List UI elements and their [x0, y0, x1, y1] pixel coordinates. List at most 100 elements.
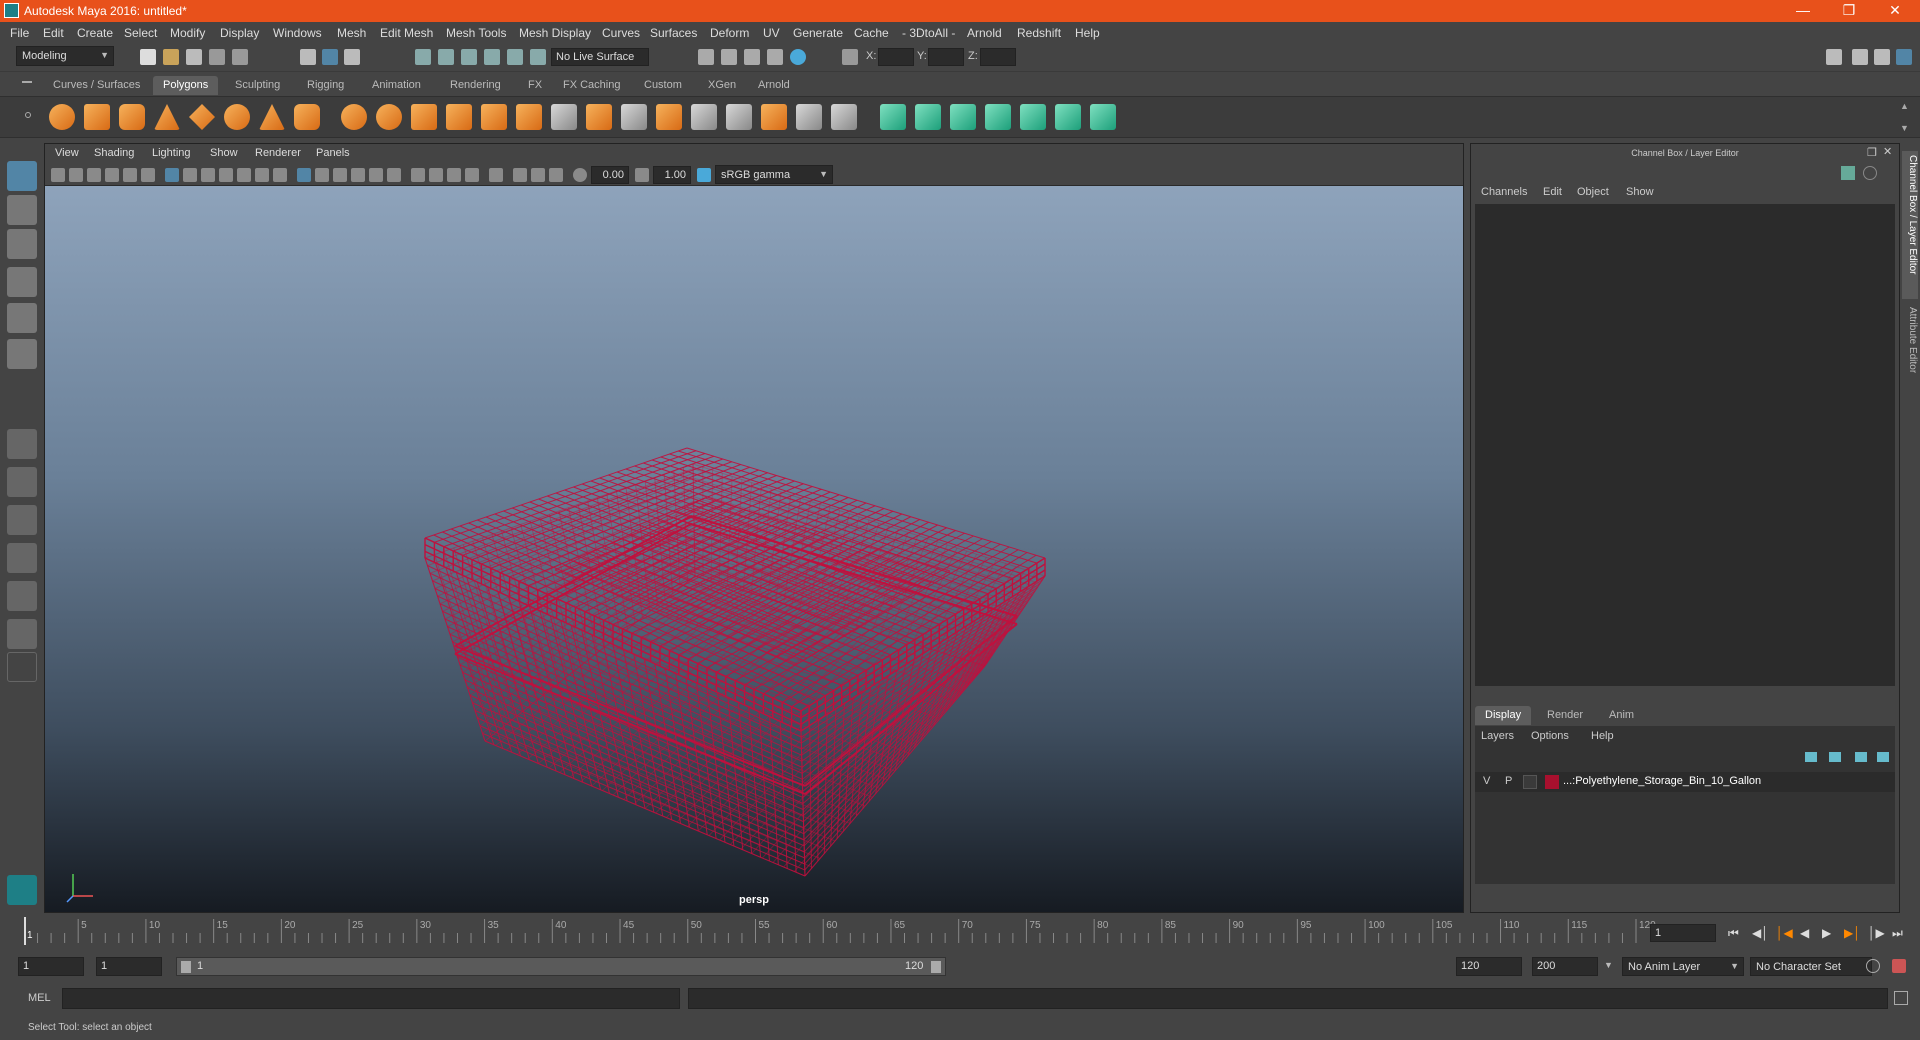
exposure-field[interactable]: 0.00 — [591, 166, 629, 184]
uv-layout-icon[interactable] — [1055, 104, 1081, 130]
exposure-icon[interactable] — [573, 168, 587, 182]
cb-menu-object[interactable]: Object — [1577, 186, 1609, 198]
character-set-dropdown[interactable]: No Character Set — [1750, 957, 1872, 976]
render-frame-icon[interactable] — [721, 49, 737, 65]
extrude-icon[interactable] — [586, 104, 612, 130]
menu-generate[interactable]: Generate — [793, 26, 843, 40]
modeling-toolkit-icon[interactable] — [1826, 49, 1842, 65]
view-transform-dropdown[interactable]: sRGB gamma ▼ — [715, 165, 833, 184]
tab-fx-caching[interactable]: FX Caching — [553, 76, 630, 95]
playback-start-field[interactable]: 1 — [96, 957, 162, 976]
tab-fx[interactable]: FX — [518, 76, 552, 95]
menu-select[interactable]: Select — [124, 26, 157, 40]
field-chart-icon[interactable] — [237, 168, 251, 182]
safe-action-icon[interactable] — [255, 168, 269, 182]
single-perspective-layout-icon[interactable] — [7, 429, 37, 459]
menu-surfaces[interactable]: Surfaces — [650, 26, 697, 40]
save-scene-icon[interactable] — [186, 49, 202, 65]
restore-button[interactable]: ❐ — [1826, 0, 1872, 22]
range-end-handle[interactable] — [931, 961, 941, 973]
redo-icon[interactable] — [232, 49, 248, 65]
target-weld-icon[interactable] — [761, 104, 787, 130]
menu-edit[interactable]: Edit — [43, 26, 64, 40]
menu-cache[interactable]: Cache — [854, 26, 889, 40]
isolate-select-icon[interactable] — [489, 168, 503, 182]
use-all-lights-icon[interactable] — [387, 168, 401, 182]
hypershade-icon[interactable] — [790, 49, 806, 65]
shelf-scroll-up-icon[interactable]: ▲ — [1900, 101, 1909, 111]
manipulator-icon[interactable] — [1841, 166, 1855, 180]
menu-mesh[interactable]: Mesh — [337, 26, 366, 40]
fill-hole-icon[interactable] — [691, 104, 717, 130]
poly-pyramid-icon[interactable] — [259, 104, 285, 130]
command-input[interactable] — [62, 988, 680, 1009]
range-start-handle[interactable] — [181, 961, 191, 973]
tab-rigging[interactable]: Rigging — [297, 76, 354, 95]
menu-3dtoall[interactable]: - 3DtoAll - — [902, 26, 955, 40]
layer-playback-toggle[interactable]: P — [1505, 775, 1512, 787]
undo-icon[interactable] — [209, 49, 225, 65]
live-surface-field[interactable]: No Live Surface — [551, 48, 649, 66]
lasso-tool-icon[interactable] — [7, 195, 37, 225]
four-view-layout-icon[interactable] — [7, 467, 37, 497]
z-field[interactable] — [980, 48, 1016, 66]
tab-anim[interactable]: Anim — [1599, 706, 1644, 725]
move-tool-icon[interactable] — [7, 267, 37, 297]
persp-outliner-layout-icon[interactable] — [7, 505, 37, 535]
gate-mask-icon[interactable] — [219, 168, 233, 182]
animation-preferences-icon[interactable] — [1892, 959, 1906, 973]
play-backwards-icon[interactable]: ◀ — [1800, 926, 1809, 940]
outliner-layout-icon[interactable] — [7, 581, 37, 611]
bookmark-icon[interactable] — [87, 168, 101, 182]
y-field[interactable] — [928, 48, 964, 66]
poly-torus-icon[interactable] — [224, 104, 250, 130]
select-component-icon[interactable] — [344, 49, 360, 65]
menu-create[interactable]: Create — [77, 26, 113, 40]
collapse-icon[interactable] — [831, 104, 857, 130]
menu-redshift[interactable]: Redshift — [1017, 26, 1061, 40]
motion-blur-icon[interactable] — [447, 168, 461, 182]
transform-field-mode-icon[interactable] — [842, 49, 858, 65]
make-live-icon[interactable] — [507, 49, 523, 65]
storage-bin-wireframe[interactable] — [45, 186, 1463, 912]
auto-key-icon[interactable] — [1866, 959, 1880, 973]
side-tab-channel-box[interactable]: Channel Box / Layer Editor — [1902, 151, 1918, 299]
menu-display[interactable]: Display — [220, 26, 259, 40]
poly-cylinder-icon[interactable] — [119, 104, 145, 130]
tab-render[interactable]: Render — [1537, 706, 1593, 725]
camera-attributes-icon[interactable] — [69, 168, 83, 182]
persp-graph-layout-icon[interactable] — [7, 543, 37, 573]
tab-custom[interactable]: Custom — [634, 76, 692, 95]
snap-view-plane-icon[interactable] — [484, 49, 500, 65]
custom-layout-icon[interactable] — [7, 619, 37, 649]
snap-surface-icon[interactable] — [530, 49, 546, 65]
film-gate-icon[interactable] — [183, 168, 197, 182]
close-button[interactable]: ✕ — [1872, 0, 1918, 22]
menu-mesh-tools[interactable]: Mesh Tools — [446, 26, 506, 40]
cb-menu-channels[interactable]: Channels — [1481, 186, 1527, 198]
snap-grid-icon[interactable] — [415, 49, 431, 65]
layer-name[interactable]: ...:Polyethylene_Storage_Bin_10_Gallon — [1563, 775, 1761, 787]
step-forward-frame-icon[interactable]: │▶ — [1868, 926, 1885, 940]
uv-cut-sew-icon[interactable] — [1090, 104, 1116, 130]
play-forwards-icon[interactable]: ▶ — [1822, 926, 1831, 940]
uv-unfold-icon[interactable] — [1020, 104, 1046, 130]
mirror-icon[interactable] — [411, 104, 437, 130]
multi-cut-icon[interactable] — [551, 104, 577, 130]
time-ruler[interactable]: 5 10 15 20 25 30 35 40 45 50 55 60 65 70 75 80 85 90 95 100… — [24, 913, 1664, 953]
tab-sculpting[interactable]: Sculpting — [225, 76, 290, 95]
attribute-editor-toggle-icon[interactable] — [1852, 49, 1868, 65]
menu-help[interactable]: Help — [1075, 26, 1100, 40]
select-object-icon[interactable] — [322, 49, 338, 65]
vp-menu-renderer[interactable]: Renderer — [255, 147, 301, 159]
layer-menu-layers[interactable]: Layers — [1481, 730, 1514, 742]
gamma-field[interactable]: 1.00 — [653, 166, 691, 184]
vp-menu-show[interactable]: Show — [210, 147, 238, 159]
open-scene-icon[interactable] — [163, 49, 179, 65]
anim-layer-dropdown[interactable]: No Anim Layer ▼ — [1622, 957, 1744, 976]
ipr-render-icon[interactable] — [744, 49, 760, 65]
tool-settings-toggle-icon[interactable] — [1874, 49, 1890, 65]
gamma-icon[interactable] — [635, 168, 649, 182]
uv-automatic-icon[interactable] — [985, 104, 1011, 130]
scale-tool-icon[interactable] — [7, 339, 37, 369]
